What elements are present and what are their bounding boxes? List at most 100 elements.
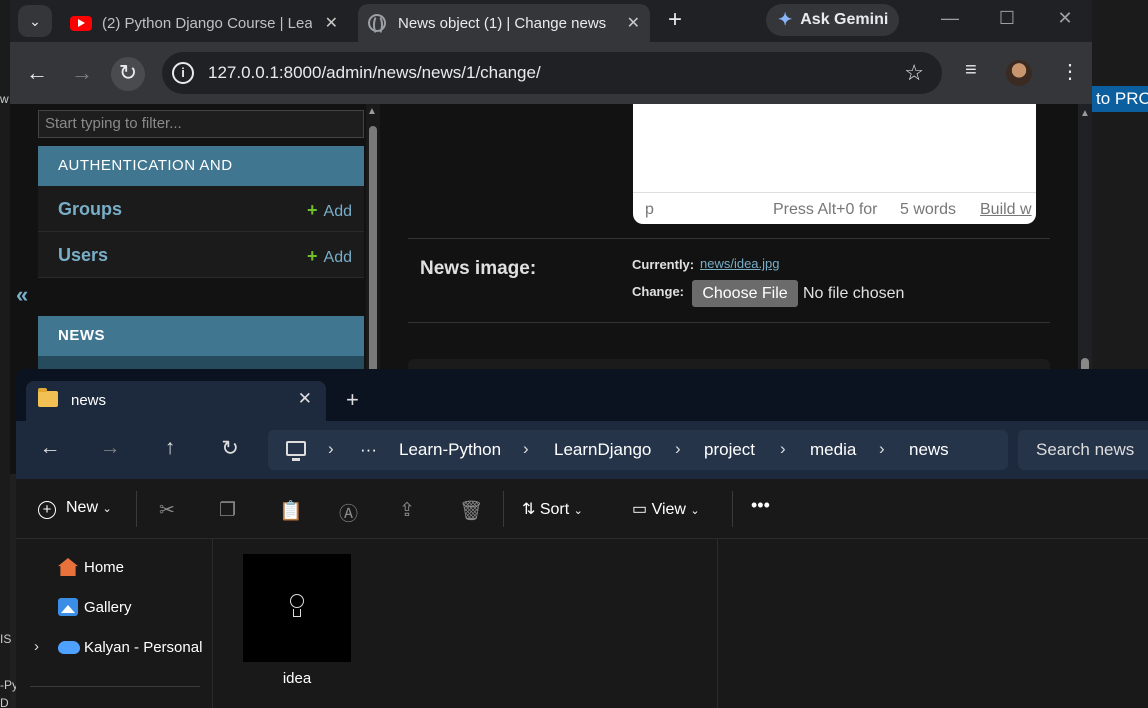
background-text: w — [0, 92, 9, 106]
close-tab-icon[interactable]: ✕ — [627, 13, 640, 33]
nav-item-label: Home — [84, 559, 125, 576]
breadcrumb-learndjango[interactable]: LearnDjango — [554, 440, 651, 460]
collapse-sidebar-icon[interactable]: « — [16, 282, 28, 308]
file-item-idea[interactable] — [243, 554, 351, 662]
file-name[interactable]: idea — [243, 670, 351, 687]
view-label: View — [651, 501, 686, 518]
scroll-up-arrow-icon[interactable]: ▲ — [1080, 108, 1090, 119]
site-info-icon[interactable]: i — [172, 62, 194, 84]
rename-icon[interactable]: Ⓐ — [339, 499, 358, 526]
new-label: New — [66, 499, 99, 516]
file-explorer-window: news ✕ + ← → ↑ ↻ › ··· Learn-Python › Le… — [16, 369, 1148, 708]
new-tab-button[interactable]: + — [346, 387, 359, 413]
up-icon[interactable]: ↑ — [156, 436, 184, 460]
chevron-down-icon: ⌄ — [690, 505, 700, 517]
refresh-icon[interactable]: ↻ — [216, 436, 244, 461]
breadcrumb-project[interactable]: project — [704, 440, 755, 460]
editor-word-count: 5 words — [900, 201, 957, 218]
news-image-label: News image: — [420, 258, 537, 279]
forward-icon[interactable]: → — [96, 436, 124, 460]
nav-filter-input[interactable]: Start typing to filter... — [38, 110, 364, 138]
add-label: Add — [323, 203, 352, 220]
rich-text-editor[interactable]: p Press Alt+0 for 5 words Build w — [633, 104, 1036, 224]
bookmark-star-icon[interactable]: ☆ — [904, 60, 924, 86]
back-icon[interactable]: ← — [20, 57, 54, 91]
home-icon — [58, 558, 78, 576]
scroll-thumb[interactable] — [369, 126, 377, 386]
url-text[interactable]: 127.0.0.1:8000/admin/news/news/1/change/ — [208, 63, 541, 83]
sort-icon: ⇅ — [522, 501, 536, 518]
chevron-right-icon[interactable]: › — [523, 439, 529, 459]
youtube-icon — [70, 15, 92, 31]
lightbulb-icon — [287, 592, 307, 620]
editor-build-link[interactable]: Build w — [980, 201, 1034, 219]
breadcrumb-news[interactable]: news — [909, 440, 949, 460]
this-pc-icon[interactable] — [286, 441, 306, 461]
current-image-link[interactable]: news/idea.jpg — [700, 256, 780, 271]
groups-link[interactable]: Groups — [58, 199, 122, 220]
explorer-search-input[interactable]: Search news — [1018, 430, 1148, 470]
profile-avatar[interactable] — [1006, 60, 1032, 86]
nav-item-label: Kalyan - Personal — [84, 639, 203, 656]
close-tab-icon[interactable]: ✕ — [298, 389, 312, 409]
share-icon[interactable]: ⇪ — [399, 499, 415, 522]
new-tab-button[interactable]: + — [660, 6, 690, 36]
choose-file-button[interactable]: Choose File — [692, 280, 798, 307]
chevron-right-icon[interactable]: › — [780, 439, 786, 459]
chevron-down-icon: ⌄ — [573, 505, 583, 517]
reload-icon[interactable]: ↻ — [111, 57, 145, 91]
close-window-icon[interactable]: ✕ — [1050, 8, 1080, 29]
cut-icon[interactable]: ✂ — [159, 499, 175, 522]
tab-youtube[interactable]: (2) Python Django Course | Lear ✕ — [58, 4, 348, 42]
forward-icon[interactable]: → — [65, 57, 99, 91]
nav-item-gallery[interactable]: Gallery — [16, 592, 213, 622]
explorer-command-bar: + New ⌄ ✂ ❐ 📋 Ⓐ ⇪ 🗑 ⇅ Sort ⌄ ▭ View ⌄ ••• — [16, 479, 1148, 539]
tab-search-chevron-icon[interactable]: ⌄ — [18, 5, 52, 37]
currently-label: Currently: — [632, 257, 695, 272]
new-button[interactable]: + New ⌄ — [38, 499, 112, 519]
module-auth-caption[interactable]: AUTHENTICATION AND AUTHORIZATION — [38, 146, 364, 214]
explorer-tab-title: news — [71, 392, 107, 409]
groups-add-link[interactable]: + Add — [307, 200, 352, 221]
preview-pane — [719, 539, 1148, 708]
more-menu-icon[interactable]: ⋮ — [1060, 59, 1080, 84]
breadcrumb-learn-python[interactable]: Learn-Python — [399, 440, 501, 460]
breadcrumb-media[interactable]: media — [810, 440, 856, 460]
chevron-right-icon[interactable]: › — [879, 439, 885, 459]
background-window-left: w IS -Py D — [0, 0, 18, 708]
sort-button[interactable]: ⇅ Sort ⌄ — [522, 499, 583, 519]
breadcrumb-overflow[interactable]: ··· — [360, 440, 377, 460]
ask-gemini-button[interactable]: ✦ Ask Gemini — [766, 4, 899, 36]
no-file-chosen-text: No file chosen — [803, 285, 905, 302]
maximize-icon[interactable]: ☐ — [992, 8, 1022, 29]
chevron-right-icon[interactable]: › — [675, 439, 681, 459]
explorer-tab-news[interactable]: news ✕ — [26, 381, 326, 421]
delete-icon[interactable]: 🗑 — [459, 499, 483, 523]
view-button[interactable]: ▭ View ⌄ — [632, 499, 700, 519]
users-add-link[interactable]: + Add — [307, 246, 352, 267]
module-news-caption[interactable]: NEWS — [38, 316, 364, 356]
editor-path: p — [645, 201, 654, 218]
users-link[interactable]: Users — [58, 245, 108, 266]
copy-icon[interactable]: ❐ — [219, 499, 236, 522]
close-tab-icon[interactable]: ✕ — [325, 13, 338, 33]
paste-icon[interactable]: 📋 — [279, 499, 303, 523]
nav-item-home[interactable]: Home — [16, 552, 213, 582]
scroll-up-arrow-icon[interactable]: ▲ — [367, 106, 377, 117]
tab-news-change[interactable]: News object (1) | Change news | ✕ — [358, 4, 650, 42]
browser-toolbar: ← → ↻ i 127.0.0.1:8000/admin/news/news/1… — [10, 42, 1092, 104]
nav-item-onedrive[interactable]: › Kalyan - Personal — [16, 632, 213, 662]
explorer-address-bar[interactable]: › ··· Learn-Python › LearnDjango › proje… — [268, 430, 1008, 470]
expand-chevron-icon[interactable]: › — [34, 638, 39, 655]
more-options-icon[interactable]: ••• — [751, 495, 770, 516]
separator — [732, 491, 733, 527]
gallery-icon — [58, 598, 78, 616]
background-pro-button[interactable]: to PRO — [1092, 86, 1148, 112]
back-icon[interactable]: ← — [36, 436, 64, 460]
chevron-right-icon[interactable]: › — [328, 439, 334, 459]
media-queue-icon[interactable]: ≡ — [965, 59, 977, 82]
minimize-icon[interactable]: — — [935, 8, 965, 29]
row-divider — [408, 322, 1050, 323]
chevron-down-icon: ⌄ — [102, 503, 112, 515]
address-bar[interactable]: i 127.0.0.1:8000/admin/news/news/1/chang… — [162, 52, 942, 94]
